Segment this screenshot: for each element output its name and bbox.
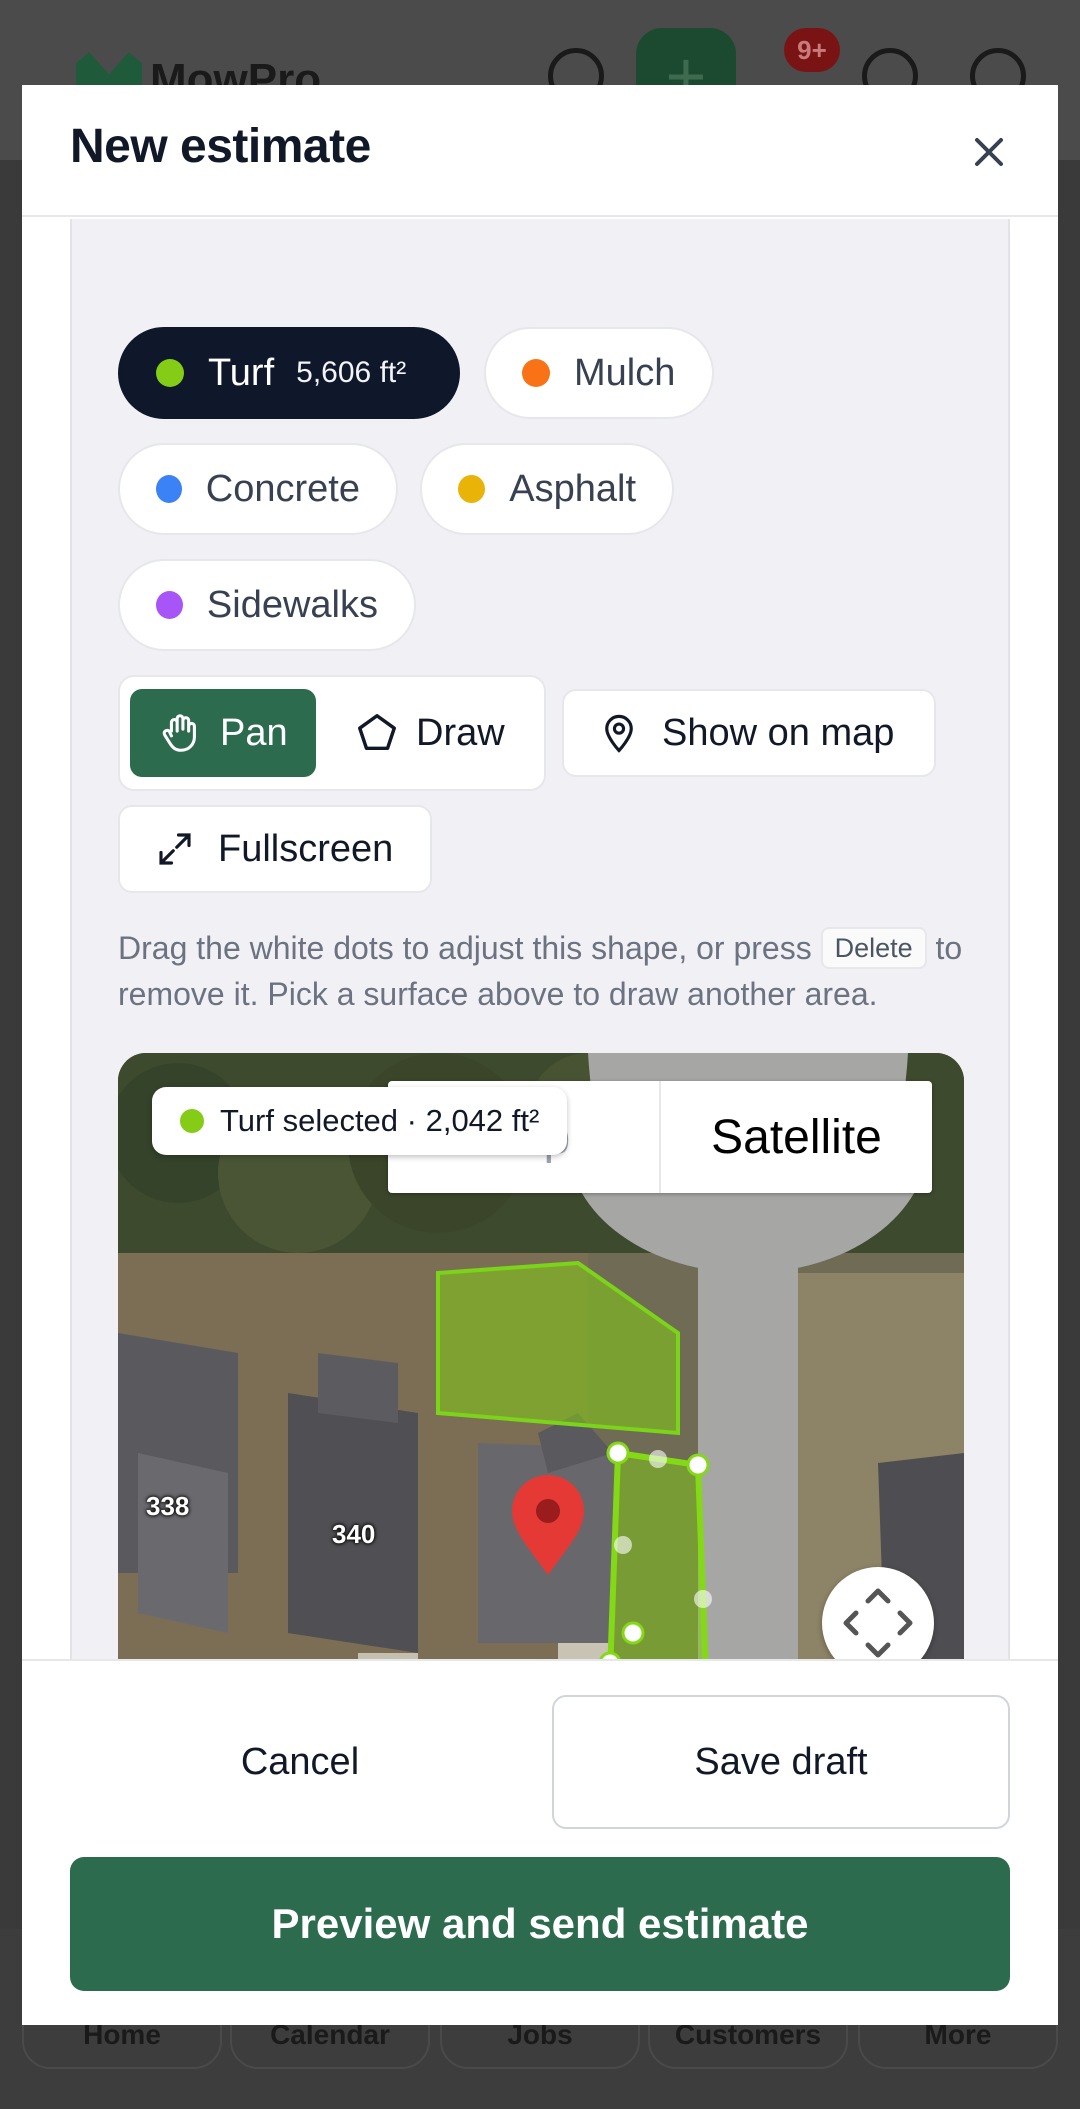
recenter-button[interactable] <box>822 1567 934 1659</box>
show-on-map-label: Show on map <box>662 711 895 754</box>
save-draft-button[interactable]: Save draft <box>552 1695 1010 1829</box>
house-number-340: 340 <box>332 1519 376 1549</box>
surface-label: Asphalt <box>509 467 636 510</box>
pan-tool-button[interactable]: Pan <box>130 689 316 777</box>
move-arrows-icon <box>843 1588 913 1658</box>
hand-icon <box>162 714 196 752</box>
modal-body: Turf 5,606 ft² Mulch Concrete Asphalt Si… <box>70 219 1010 1659</box>
preview-send-estimate-button[interactable]: Preview and send estimate <box>70 1857 1010 1991</box>
surface-label: Mulch <box>574 351 676 394</box>
surface-chip-mulch[interactable]: Mulch <box>484 327 714 419</box>
selection-badge-text: Turf selected · 2,042 ft² <box>220 1103 540 1138</box>
turf-color-dot <box>180 1109 204 1133</box>
draw-hint: Drag the white dots to adjust this shape… <box>118 925 978 1017</box>
show-on-map-button[interactable]: Show on map <box>562 689 936 777</box>
concrete-color-dot <box>156 475 182 503</box>
notification-badge: 9+ <box>784 28 840 72</box>
close-icon <box>975 138 1003 166</box>
surface-area: 5,606 ft² <box>296 356 407 389</box>
surface-chip-concrete[interactable]: Concrete <box>118 443 398 535</box>
cancel-button[interactable]: Cancel <box>70 1695 530 1829</box>
new-estimate-modal: New estimate Turf 5,606 ft² Mulch Concre… <box>22 85 1058 2025</box>
surface-chip-asphalt[interactable]: Asphalt <box>420 443 674 535</box>
asphalt-color-dot <box>458 475 486 503</box>
draw-label: Draw <box>416 711 505 754</box>
draw-tool-button[interactable]: Draw <box>340 689 536 777</box>
mulch-color-dot <box>522 359 550 387</box>
surface-chip-turf[interactable]: Turf 5,606 ft² <box>118 327 460 419</box>
delete-key: Delete <box>820 927 927 969</box>
surface-chip-sidewalks[interactable]: Sidewalks <box>118 559 416 651</box>
selection-badge: Turf selected · 2,042 ft² <box>152 1087 568 1155</box>
modal-header: New estimate <box>22 85 1058 217</box>
map-pin-icon <box>605 714 633 753</box>
fullscreen-label: Fullscreen <box>218 827 394 870</box>
modal-title: New estimate <box>70 120 371 173</box>
surface-label: Turf <box>208 351 275 394</box>
surface-label: Sidewalks <box>206 583 378 626</box>
fullscreen-button[interactable]: Fullscreen <box>118 805 432 893</box>
turf-color-dot <box>156 359 184 387</box>
pentagon-icon <box>358 714 396 751</box>
house-number-338: 338 <box>146 1491 190 1521</box>
map-type-satellite[interactable]: Satellite <box>659 1081 932 1193</box>
surface-label: Concrete <box>205 467 360 510</box>
expand-icon <box>159 833 191 865</box>
satellite-map[interactable]: 338 340 Map Satellite Turf selected · 2,… <box>118 1053 964 1659</box>
modal-footer: Cancel Save draft Preview and send estim… <box>22 1659 1058 2025</box>
close-button[interactable] <box>964 127 1014 177</box>
hint-text-before: Drag the white dots to adjust this shape… <box>118 930 812 966</box>
map-tool-group: Pan Draw <box>118 675 546 791</box>
pan-label: Pan <box>220 711 288 754</box>
sidewalks-color-dot <box>156 591 183 619</box>
